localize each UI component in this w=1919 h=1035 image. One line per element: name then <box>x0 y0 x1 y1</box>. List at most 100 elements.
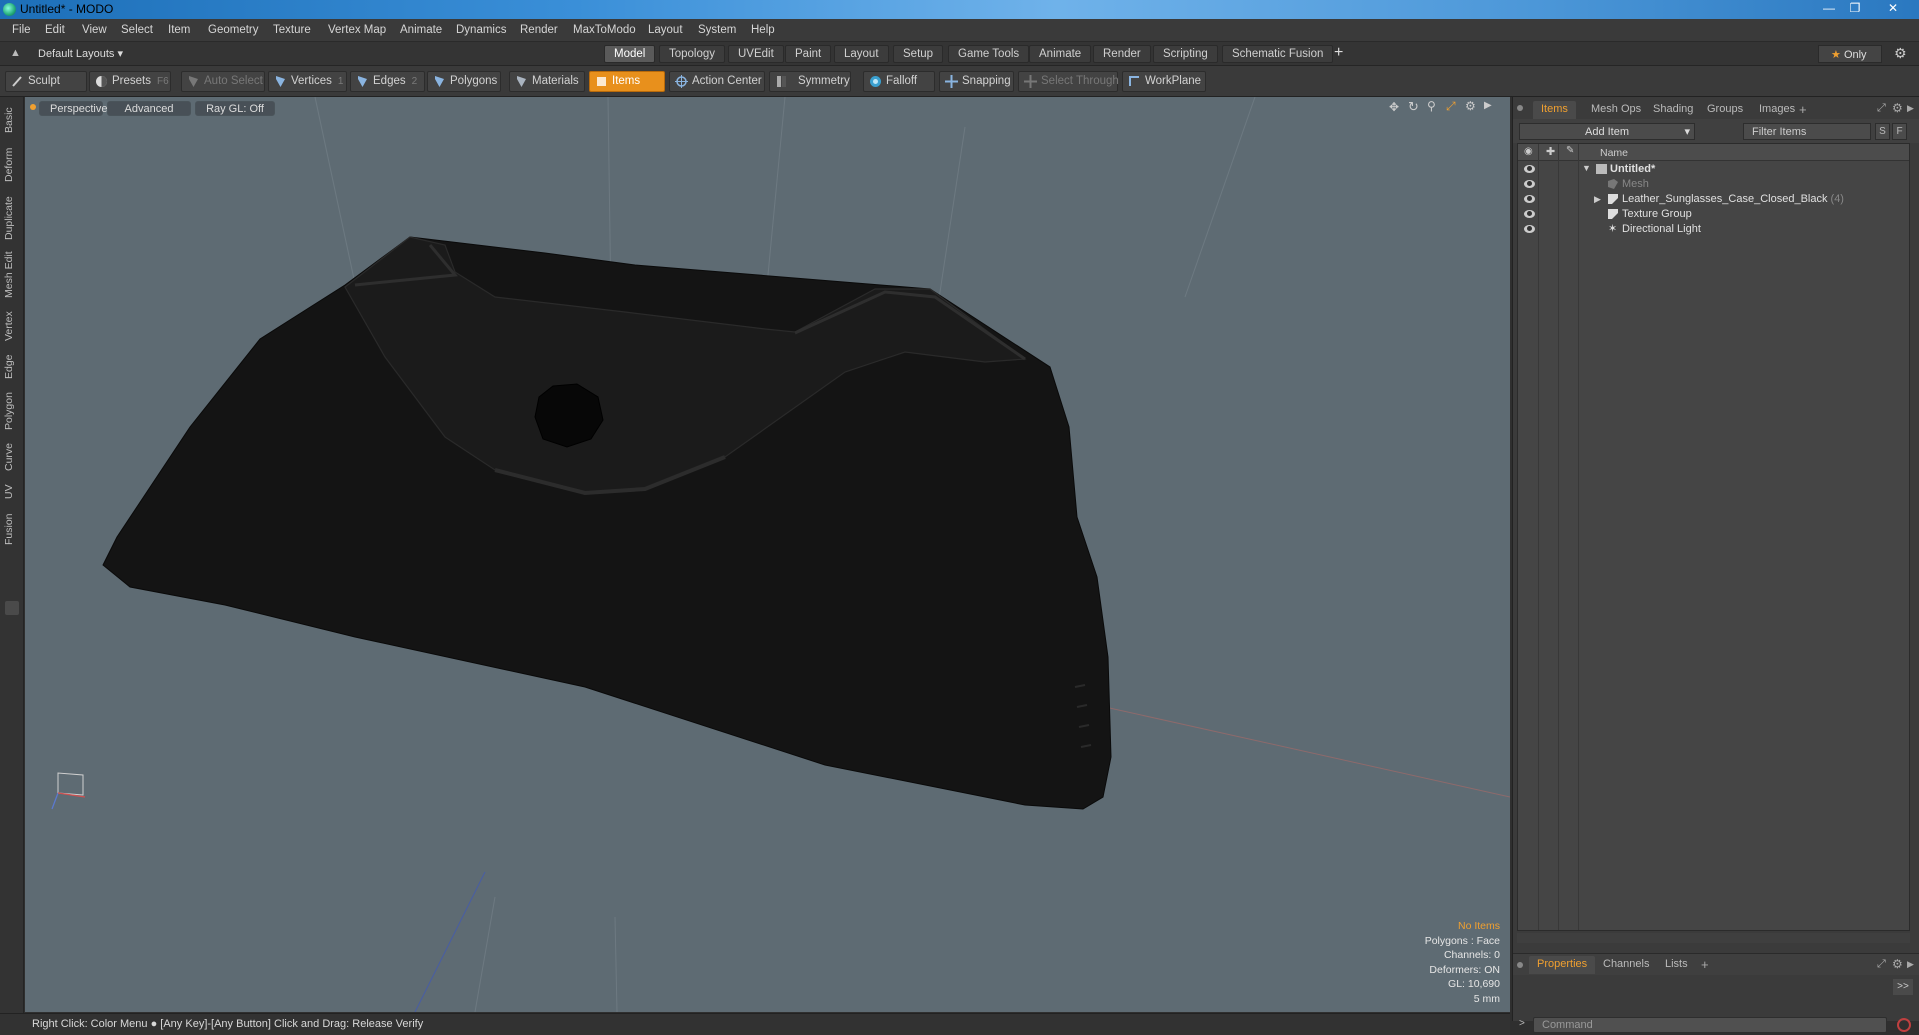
tab-model[interactable]: Model <box>604 45 656 63</box>
name-column-header[interactable]: Name <box>1600 147 1628 159</box>
move-view-icon[interactable]: ✥ <box>1389 100 1399 114</box>
edges-button[interactable]: Edges 2 <box>350 71 425 92</box>
layout-selector[interactable]: Default Layouts ▾ <box>38 47 123 60</box>
viewport-menu-dot[interactable] <box>30 104 36 110</box>
menu-select[interactable]: Select <box>121 24 153 36</box>
tab-polygon[interactable]: Polygon <box>3 389 21 433</box>
eye-icon[interactable] <box>1524 195 1535 203</box>
fit-view-icon[interactable]: ⤢ <box>1446 99 1456 114</box>
f-filter-button[interactable]: F <box>1892 123 1907 140</box>
eye-icon[interactable] <box>1524 210 1535 218</box>
tab-edge[interactable]: Edge <box>3 352 21 382</box>
tab-setup[interactable]: Setup <box>893 45 944 63</box>
materials-button[interactable]: Materials <box>509 71 585 92</box>
tab-deform[interactable]: Deform <box>3 144 21 186</box>
left-panel-toggle[interactable] <box>5 601 19 615</box>
edit-column-icon[interactable]: ✎ <box>1566 145 1574 156</box>
tab-scripting[interactable]: Scripting <box>1153 45 1218 63</box>
menu-texture[interactable]: Texture <box>273 24 311 36</box>
restore-icon[interactable]: ❐ <box>1842 0 1868 18</box>
menu-layout[interactable]: Layout <box>648 24 683 36</box>
tab-properties[interactable]: Properties <box>1529 956 1596 974</box>
expand-properties-icon[interactable]: >> <box>1893 979 1913 995</box>
s-filter-button[interactable]: S <box>1875 123 1890 140</box>
tab-render[interactable]: Render <box>1093 45 1151 63</box>
menu-file[interactable]: File <box>12 24 31 36</box>
bottom-panel-arrow-icon[interactable]: ▶ <box>1907 959 1914 970</box>
shading-dropdown[interactable]: Advanced <box>107 101 191 116</box>
polygons-button[interactable]: Polygons <box>427 71 501 92</box>
tab-mesh-edit[interactable]: Mesh Edit <box>3 250 21 300</box>
lock-column-icon[interactable]: ✚ <box>1546 145 1555 158</box>
vertices-button[interactable]: Vertices 1 <box>268 71 347 92</box>
menu-help[interactable]: Help <box>751 24 775 36</box>
tab-fusion[interactable]: Fusion <box>3 510 21 548</box>
3d-viewport[interactable]: Perspective Advanced Ray GL: Off ✥ ↻ ⚲ ⤢… <box>25 97 1510 1012</box>
record-icon[interactable] <box>1897 1018 1911 1032</box>
close-icon[interactable]: ✕ <box>1880 0 1906 18</box>
menu-vertex-map[interactable]: Vertex Map <box>328 24 386 36</box>
eye-icon[interactable] <box>1524 180 1535 188</box>
menu-system[interactable]: System <box>698 24 736 36</box>
add-panel-tab-icon[interactable]: + <box>1799 102 1807 117</box>
tab-uvedit[interactable]: UVEdit <box>728 45 784 63</box>
bottom-panel-gear-icon[interactable]: ⚙ <box>1892 957 1903 971</box>
raygl-toggle[interactable]: Ray GL: Off <box>195 101 275 116</box>
tab-vertex[interactable]: Vertex <box>3 307 21 345</box>
action-center-button[interactable]: Action Center <box>669 71 765 92</box>
visibility-column-icon[interactable]: ◉ <box>1524 146 1533 157</box>
menu-animate[interactable]: Animate <box>400 24 442 36</box>
tab-groups[interactable]: Groups <box>1699 101 1751 119</box>
tab-duplicate[interactable]: Duplicate <box>3 193 21 243</box>
auto-select-button[interactable]: Auto Select <box>181 71 265 92</box>
menu-item[interactable]: Item <box>168 24 190 36</box>
rotate-view-icon[interactable]: ↻ <box>1408 99 1419 115</box>
tab-schematic-fusion[interactable]: Schematic Fusion <box>1222 45 1334 63</box>
zoom-view-icon[interactable]: ⚲ <box>1427 99 1436 113</box>
filter-items-input[interactable]: Filter Items <box>1743 123 1871 140</box>
command-input[interactable]: Command <box>1533 1017 1887 1033</box>
add-item-dropdown[interactable]: Add Item ▾ <box>1519 123 1695 140</box>
tab-shading[interactable]: Shading <box>1645 101 1701 119</box>
panel-arrow-icon[interactable]: ▶ <box>1907 103 1914 114</box>
tree-row-directional-light[interactable]: ✶ Directional Light <box>1518 221 1909 239</box>
tab-channels[interactable]: Channels <box>1595 956 1657 974</box>
collapse-arrow-icon[interactable]: ▼ <box>1582 163 1591 173</box>
presets-button[interactable]: Presets F6 <box>89 71 171 92</box>
panel-maximize-icon[interactable]: ⤢ <box>1877 102 1886 115</box>
tab-game-tools[interactable]: Game Tools <box>948 45 1030 63</box>
only-button[interactable]: ★ Only <box>1818 45 1882 63</box>
menu-edit[interactable]: Edit <box>45 24 65 36</box>
tab-images[interactable]: Images <box>1751 101 1803 119</box>
items-button[interactable]: Items <box>589 71 665 92</box>
minimize-icon[interactable]: — <box>1816 0 1842 18</box>
item-list-scrollbar[interactable] <box>1517 933 1910 943</box>
select-through-button[interactable]: Select Through <box>1018 71 1119 92</box>
add-tab-icon[interactable]: + <box>1334 44 1343 62</box>
menu-geometry[interactable]: Geometry <box>208 24 259 36</box>
menu-render[interactable]: Render <box>520 24 558 36</box>
tab-topology[interactable]: Topology <box>659 45 726 63</box>
tab-lists[interactable]: Lists <box>1657 956 1696 974</box>
falloff-button[interactable]: Falloff <box>863 71 935 92</box>
add-bottom-tab-icon[interactable]: + <box>1701 957 1709 972</box>
menu-view[interactable]: View <box>82 24 107 36</box>
panel-menu-dot[interactable] <box>1517 105 1523 111</box>
viewport-expand-icon[interactable]: ▶ <box>1484 100 1492 111</box>
layout-menu-icon[interactable]: ▲ <box>10 47 21 59</box>
view-type-dropdown[interactable]: Perspective <box>39 101 107 116</box>
tab-curve[interactable]: Curve <box>3 440 21 474</box>
workplane-button[interactable]: WorkPlane <box>1122 71 1206 92</box>
tab-paint[interactable]: Paint <box>785 45 832 63</box>
tab-uv[interactable]: UV <box>3 481 21 503</box>
symmetry-button[interactable]: Symmetry <box>769 71 851 92</box>
menu-maxtomodo[interactable]: MaxToModo <box>573 24 636 36</box>
expand-arrow-icon[interactable]: ▶ <box>1594 194 1601 205</box>
bottom-panel-menu-dot[interactable] <box>1517 962 1523 968</box>
tab-layout[interactable]: Layout <box>834 45 889 63</box>
tab-basic[interactable]: Basic <box>3 103 21 137</box>
settings-gear-icon[interactable]: ⚙ <box>1894 45 1907 62</box>
menu-dynamics[interactable]: Dynamics <box>456 24 506 36</box>
eye-icon[interactable] <box>1524 225 1535 233</box>
tab-items[interactable]: Items <box>1533 101 1576 119</box>
